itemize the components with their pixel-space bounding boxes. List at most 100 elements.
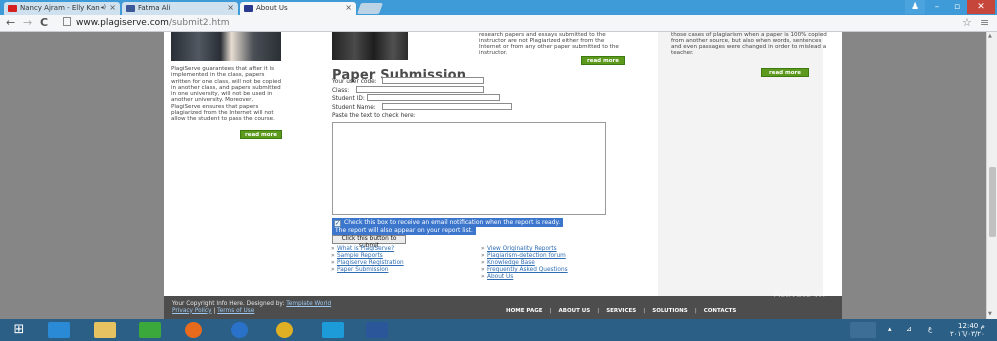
close-icon[interactable]: ×: [227, 3, 234, 12]
speaker-icon: ◂): [100, 4, 106, 11]
link-about-us[interactable]: About Us: [481, 274, 568, 281]
email-notification-row[interactable]: ✓ Check this box to receive an email noti…: [332, 218, 564, 227]
back-icon[interactable]: ←: [6, 16, 15, 29]
link-originality-reports[interactable]: View Originality Reports: [481, 246, 568, 253]
scroll-down-icon[interactable]: ▼: [988, 311, 992, 317]
user-code-label: Your user code:: [332, 79, 377, 85]
email-notification-label: Check this box to receive an email notif…: [344, 219, 561, 226]
privacy-link[interactable]: Privacy Policy: [172, 308, 212, 314]
new-tab-button[interactable]: [356, 3, 384, 14]
firefox-icon[interactable]: [185, 322, 202, 338]
forward-icon[interactable]: →: [23, 16, 32, 29]
skype-icon[interactable]: [322, 322, 344, 338]
submit-button[interactable]: Click this button to submit: [332, 235, 406, 249]
student-id-label: Student ID:: [332, 96, 365, 102]
clock-time: 12:40 م: [958, 322, 985, 330]
maximize-icon[interactable]: ▫: [947, 0, 967, 14]
footer-nav-solutions[interactable]: SOLUTIONS: [652, 308, 687, 314]
page-footer: Your Copyright Info Here. Designed by: T…: [164, 296, 842, 319]
right-column: those cases of plagiarism when a paper i…: [658, 32, 827, 296]
quick-links-right: View Originality Reports Plagiarism-dete…: [481, 246, 568, 281]
tray-chevron-icon[interactable]: ▴: [888, 325, 892, 333]
tab-fatma-ali[interactable]: Fatma Ali ×: [122, 2, 238, 15]
tab-title: Nancy Ajram - Elly Kan: [20, 4, 100, 12]
page-viewport: PlagiServe guarantees that after it is i…: [0, 32, 986, 319]
link-what-is-plagiserve[interactable]: What is PlagiServe?: [331, 246, 404, 253]
email-notification-checkbox[interactable]: ✓: [334, 220, 341, 227]
left-description: PlagiServe guarantees that after it is i…: [171, 66, 281, 123]
business-people-photo: [171, 32, 281, 61]
read-more-button[interactable]: read more: [761, 68, 809, 77]
close-icon[interactable]: ×: [345, 3, 352, 12]
tab-about-us[interactable]: About Us ×: [240, 2, 356, 15]
student-name-label: Student Name:: [332, 105, 376, 111]
businessman-photo: [332, 32, 408, 60]
link-sample-reports[interactable]: Sample Reports: [331, 253, 404, 260]
link-forum[interactable]: Plagiarism-detection forum: [481, 253, 568, 260]
tab-title: Fatma Ali: [138, 4, 171, 12]
windows-start-icon[interactable]: ⊞: [8, 322, 30, 338]
page-icon: [63, 17, 71, 26]
window-close-icon[interactable]: ✕: [967, 0, 995, 14]
tab-strip: Nancy Ajram - Elly Kan ◂) × Fatma Ali × …: [0, 0, 997, 15]
terms-link[interactable]: Terms of Use: [217, 308, 254, 314]
page-content: PlagiServe guarantees that after it is i…: [164, 32, 842, 296]
link-faq[interactable]: Frequently Asked Questions: [481, 267, 568, 274]
clock-date: ٢٠١٦/٠٣/٢٠: [950, 330, 985, 338]
paste-text-label: Paste the text to check here:: [332, 113, 416, 119]
close-icon[interactable]: ×: [109, 3, 116, 12]
youtube-icon: [8, 5, 17, 12]
link-paper-submission[interactable]: Paper Submission: [331, 267, 404, 274]
windows-activation-watermark: Activate Wi: [774, 290, 825, 300]
minimize-icon[interactable]: –: [927, 0, 947, 14]
class-input[interactable]: [356, 86, 484, 93]
paper-text-area[interactable]: [332, 122, 606, 215]
footer-nav-home[interactable]: HOME PAGE: [506, 308, 542, 314]
url-path: /submit2.htm: [168, 18, 230, 28]
clock[interactable]: 12:40 م ٢٠١٦/٠٣/٢٠: [950, 322, 985, 338]
left-column: PlagiServe guarantees that after it is i…: [164, 32, 322, 296]
scroll-up-icon[interactable]: ▲: [988, 33, 992, 39]
language-indicator-icon[interactable]: ع: [928, 325, 932, 333]
quick-links-left: What is PlagiServe? Sample Reports Plagi…: [331, 246, 404, 274]
report-list-notice: The report will also appear on your repo…: [332, 227, 476, 235]
read-more-button[interactable]: read more: [240, 130, 282, 139]
internet-explorer-icon[interactable]: [48, 322, 70, 338]
read-more-button[interactable]: read more: [581, 56, 625, 65]
reload-icon[interactable]: C: [40, 16, 48, 29]
store-icon[interactable]: [139, 322, 161, 338]
student-name-input[interactable]: [382, 103, 512, 110]
address-bar[interactable]: www.plagiserve.com/submit2.htm: [63, 17, 943, 30]
link-knowledge-base[interactable]: Knowledge Base: [481, 260, 568, 267]
designer-link[interactable]: Template World: [286, 301, 331, 307]
footer-nav-contacts[interactable]: CONTACTS: [704, 308, 737, 314]
footer-nav-services[interactable]: SERVICES: [606, 308, 636, 314]
network-icon[interactable]: ⊿: [906, 325, 912, 333]
browser-toolbar: ← → C www.plagiserve.com/submit2.htm ☆ ≡: [0, 15, 997, 32]
copyright-label: Your Copyright Info Here. Designed by:: [172, 301, 285, 307]
keyboard-icon[interactable]: [850, 322, 876, 338]
vertical-scrollbar[interactable]: ▲ ▼: [986, 32, 997, 319]
facebook-icon: [126, 5, 135, 12]
chrome-icon[interactable]: [276, 322, 293, 338]
intro-text: research papers and essays submitted to …: [479, 32, 619, 56]
site-favicon-icon: [244, 5, 253, 12]
url-host: www.plagiserve.com: [76, 18, 169, 28]
right-description: those cases of plagiarism when a paper i…: [671, 32, 827, 56]
media-player-icon[interactable]: [231, 322, 248, 338]
footer-nav-about[interactable]: ABOUT US: [559, 308, 591, 314]
menu-icon[interactable]: ≡: [980, 16, 989, 29]
word-icon[interactable]: [366, 322, 388, 338]
tab-nancy-ajram[interactable]: Nancy Ajram - Elly Kan ◂) ×: [4, 2, 120, 15]
scroll-thumb[interactable]: [989, 167, 996, 237]
footer-nav: HOME PAGE | ABOUT US | SERVICES | SOLUTIONS | CO…: [506, 308, 737, 314]
link-registration[interactable]: Plagiserve Registration: [331, 260, 404, 267]
student-id-input[interactable]: [367, 94, 500, 101]
user-icon[interactable]: ♟: [905, 0, 925, 14]
class-label: Class:: [332, 88, 350, 94]
main-column: research papers and essays submitted to …: [328, 32, 625, 296]
star-icon[interactable]: ☆: [962, 16, 972, 29]
file-explorer-icon[interactable]: [94, 322, 116, 338]
copyright-text: Your Copyright Info Here. Designed by: T…: [172, 301, 332, 314]
user-code-input[interactable]: [382, 77, 484, 84]
